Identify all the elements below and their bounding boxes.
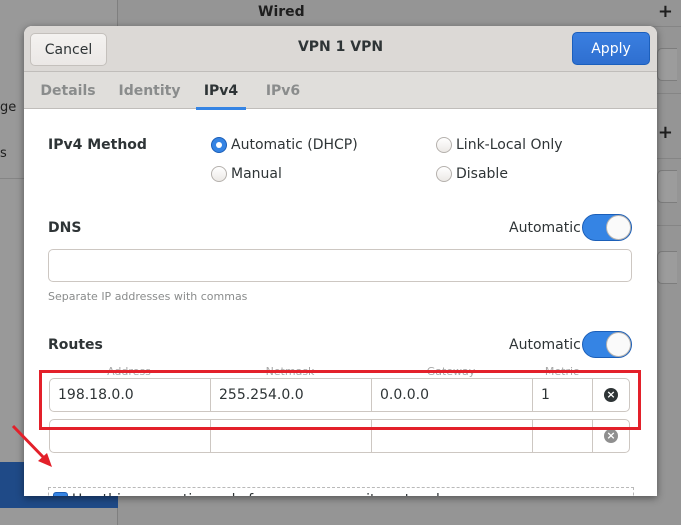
tab-details[interactable]: Details [38,72,98,109]
apply-button[interactable]: Apply [572,32,650,65]
column-header-address: Address [107,365,151,378]
radio-label: Link-Local Only [456,137,563,153]
sidebar-text-fragment: s [0,146,7,161]
plus-icon[interactable]: + [658,122,673,143]
tab-identity[interactable]: Identity [116,72,183,109]
route-metric-input[interactable] [533,420,593,452]
dns-automatic-label: Automatic [509,220,581,236]
background-button[interactable] [657,170,677,203]
close-icon: × [604,429,618,443]
plus-icon[interactable]: + [658,1,673,22]
dns-input[interactable] [48,249,632,282]
route-metric-input[interactable]: 1 [533,379,593,411]
checkmark-icon: ✓ [53,492,68,496]
delete-route-button[interactable]: × [593,420,629,452]
ipv4-page: IPv4 Method Automatic (DHCP) Link-Local … [24,110,657,496]
radio-unselected-icon [436,166,452,182]
switch-knob [606,215,631,240]
vpn-dialog: Cancel VPN 1 VPN Apply Details Identity … [24,26,657,496]
radio-label: Disable [456,166,508,182]
only-local-resources-checkbox[interactable]: ✓ Use this connection only for resources… [48,487,634,496]
dialog-title: VPN 1 VPN [297,39,384,55]
radio-label: Automatic (DHCP) [231,137,358,153]
column-header-gateway: Gateway [426,365,476,378]
dns-hint: Separate IP addresses with commas [48,290,248,303]
tab-ipv6[interactable]: IPv6 [261,72,305,109]
routes-automatic-label: Automatic [509,337,581,353]
background-button[interactable] [657,48,677,81]
radio-automatic-dhcp[interactable]: Automatic (DHCP) [211,137,358,153]
radio-link-local-only[interactable]: Link-Local Only [436,137,563,153]
routes-label: Routes [48,337,103,353]
column-header-netmask: Netmask [265,365,315,378]
switch-knob [606,332,631,357]
cancel-button[interactable]: Cancel [30,33,107,66]
column-header-metric: Metric [544,365,580,378]
radio-label: Manual [231,166,282,182]
tab-bar: Details Identity IPv4 IPv6 [24,72,657,110]
radio-disable[interactable]: Disable [436,166,508,182]
route-row: 198.18.0.0 255.254.0.0 0.0.0.0 1 × [49,378,630,412]
route-gateway-input[interactable] [372,420,533,452]
route-netmask-input[interactable]: 255.254.0.0 [211,379,372,411]
tab-ipv4[interactable]: IPv4 [196,72,246,110]
ipv4-method-label: IPv4 Method [48,137,147,153]
radio-unselected-icon [211,166,227,182]
wired-section-title: Wired [258,4,305,20]
sidebar-text-fragment: ge [0,100,17,115]
background-button[interactable] [657,251,677,284]
close-icon: × [604,388,618,402]
route-netmask-input[interactable] [211,420,372,452]
checkbox-label: Use this connection only for resources o… [72,492,444,497]
routes-automatic-switch[interactable] [582,331,632,358]
route-row: × [49,419,630,453]
route-gateway-input[interactable]: 0.0.0.0 [372,379,533,411]
dns-label: DNS [48,220,82,236]
radio-manual[interactable]: Manual [211,166,282,182]
radio-unselected-icon [436,137,452,153]
dialog-titlebar: Cancel VPN 1 VPN Apply [24,26,657,72]
route-address-input[interactable]: 198.18.0.0 [50,379,211,411]
dns-automatic-switch[interactable] [582,214,632,241]
delete-route-button[interactable]: × [593,379,629,411]
radio-selected-icon [211,137,227,153]
route-address-input[interactable] [50,420,211,452]
